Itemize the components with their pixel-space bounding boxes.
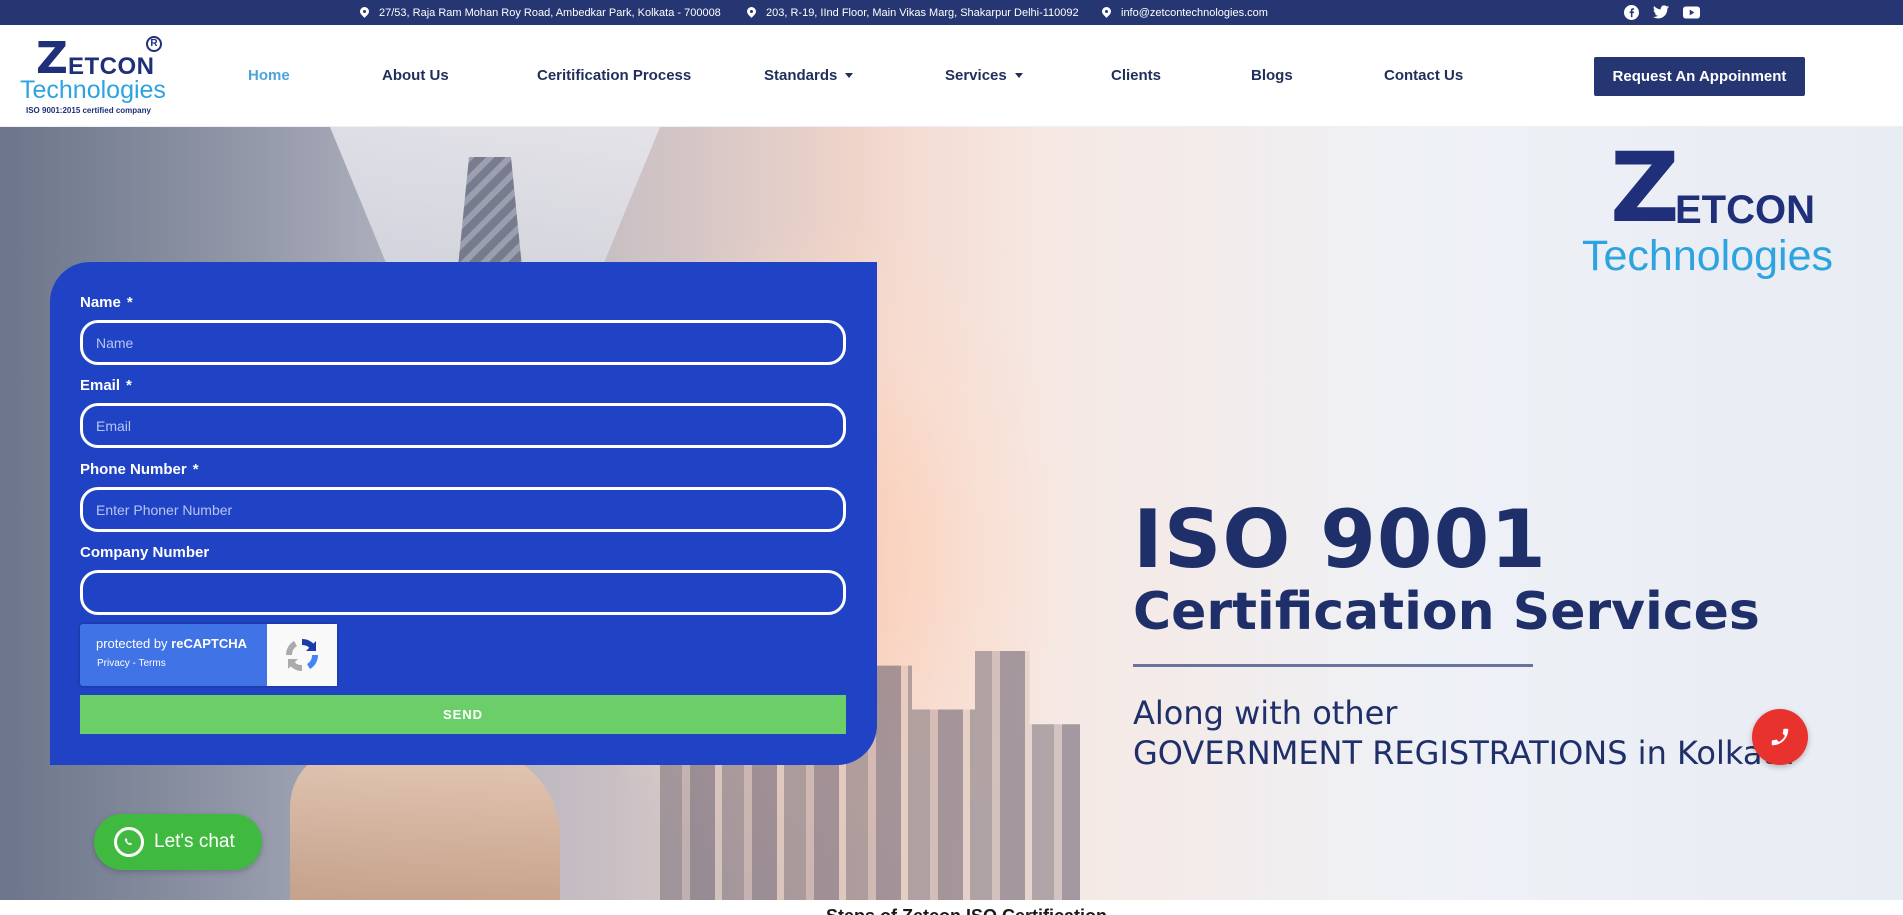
top-info-bar: 27/53, Raja Ram Mohan Roy Road, Ambedkar… (0, 0, 1903, 25)
required-marker: * (126, 377, 132, 394)
recaptcha-icon (267, 624, 337, 686)
email-label-text: Email (80, 377, 121, 394)
recaptcha-prefix: protected by (96, 636, 172, 651)
whatsapp-chat-button[interactable]: Let's chat (94, 814, 262, 870)
phone-label-text: Phone Number (80, 461, 187, 478)
email-label: Email * (80, 377, 132, 394)
hero-title-line-2: Certification Services (1133, 582, 1760, 642)
email-input[interactable]: Email (80, 403, 846, 448)
chevron-down-icon (845, 73, 854, 78)
hero-background-hand (290, 747, 560, 900)
hero-headline: ISO 9001 Certification Services Along wi… (1133, 500, 1795, 773)
facebook-icon[interactable] (1622, 3, 1640, 21)
social-links (1622, 3, 1700, 21)
hero-brand-logo: Z ETCON Technologies (1580, 132, 1860, 290)
enquiry-form: Name * Name Email * Email Phone Number * En… (50, 262, 877, 765)
hero-logo-z: Z (1610, 132, 1680, 244)
logo-tagline: ISO 9001:2015 certified company (26, 106, 151, 115)
nav-services[interactable]: Services (945, 67, 1023, 84)
company-label-text: Company Number (80, 544, 210, 561)
company-input[interactable] (80, 570, 846, 615)
required-marker: * (192, 461, 199, 478)
request-appointment-button[interactable]: Request An Appoinment (1594, 57, 1805, 96)
phone-input-placeholder: Enter Phoner Number (96, 501, 233, 518)
nav-blogs[interactable]: Blogs (1251, 67, 1293, 84)
address-kolkata-text: 27/53, Raja Ram Mohan Roy Road, Ambedkar… (379, 6, 721, 19)
nav-blogs-label: Blogs (1251, 67, 1293, 84)
email-contact: info@zetcontechnologies.com (1102, 0, 1268, 25)
site-header: Z ETCON R Technologies ISO 9001:2015 cer… (0, 25, 1903, 127)
recaptcha-badge[interactable]: protected by reCAPTCHA Privacy - Terms (80, 624, 337, 686)
nav-standards[interactable]: Standards (764, 67, 854, 84)
name-input-placeholder: Name (96, 334, 134, 351)
nav-clients[interactable]: Clients (1111, 67, 1161, 84)
logo-technologies: Technologies (20, 76, 166, 104)
section-heading-partial: Steps of Zetcon ISO Certification (826, 903, 1107, 915)
hero-logo-etcon: ETCON (1675, 188, 1815, 232)
location-pin-icon (747, 7, 756, 19)
nav-home-label: Home (248, 67, 290, 84)
nav-about-us[interactable]: About Us (382, 67, 449, 84)
nav-standards-label: Standards (764, 67, 838, 84)
nav-certification-process-label: Ceritification Process (537, 67, 692, 84)
recaptcha-brand: reCAPTCHA (171, 636, 247, 651)
nav-home[interactable]: Home (248, 67, 290, 84)
call-button[interactable] (1752, 709, 1808, 765)
name-input[interactable]: Name (80, 320, 846, 365)
address-kolkata: 27/53, Raja Ram Mohan Roy Road, Ambedkar… (360, 0, 721, 25)
phone-icon (1771, 728, 1789, 746)
registered-mark-icon: R (146, 36, 162, 52)
email-input-placeholder: Email (96, 417, 132, 434)
send-button[interactable]: SEND (80, 695, 846, 734)
nav-clients-label: Clients (1111, 67, 1162, 84)
site-logo[interactable]: Z ETCON R Technologies ISO 9001:2015 cer… (18, 33, 168, 118)
recaptcha-text: protected by reCAPTCHA (96, 636, 247, 651)
nav-contact-us-label: Contact Us (1384, 67, 1464, 84)
chat-label: Let's chat (154, 831, 235, 852)
youtube-icon[interactable] (1682, 3, 1700, 21)
twitter-icon[interactable] (1652, 3, 1670, 21)
location-pin-icon (360, 7, 369, 19)
hero-divider (1133, 664, 1533, 667)
nav-services-label: Services (945, 67, 1007, 84)
name-label-text: Name (80, 294, 121, 311)
required-marker: * (126, 294, 133, 311)
whatsapp-icon (114, 827, 144, 857)
nav-contact-us[interactable]: Contact Us (1384, 67, 1463, 84)
recaptcha-links[interactable]: Privacy - Terms (97, 658, 166, 669)
nav-about-us-label: About Us (382, 67, 449, 84)
location-pin-icon (1102, 7, 1111, 19)
address-delhi: 203, R-19, IInd Floor, Main Vikas Marg, … (747, 0, 1079, 25)
company-label: Company Number (80, 544, 209, 561)
hero-logo-technologies: Technologies (1582, 232, 1834, 280)
email-text[interactable]: info@zetcontechnologies.com (1121, 7, 1268, 19)
phone-label: Phone Number * (80, 461, 199, 478)
hero-title-line-1: ISO 9001 (1133, 493, 1547, 586)
nav-certification-process[interactable]: Ceritification Process (537, 67, 691, 84)
address-delhi-text: 203, R-19, IInd Floor, Main Vikas Marg, … (766, 6, 1079, 19)
hero-subtitle-line-2: GOVERNMENT REGISTRATIONS in Kolkata (1133, 734, 1795, 772)
name-label: Name * (80, 294, 133, 311)
chevron-down-icon (1014, 73, 1023, 78)
phone-input[interactable]: Enter Phoner Number (80, 487, 846, 532)
hero-subtitle-line-1: Along with other (1133, 694, 1398, 732)
